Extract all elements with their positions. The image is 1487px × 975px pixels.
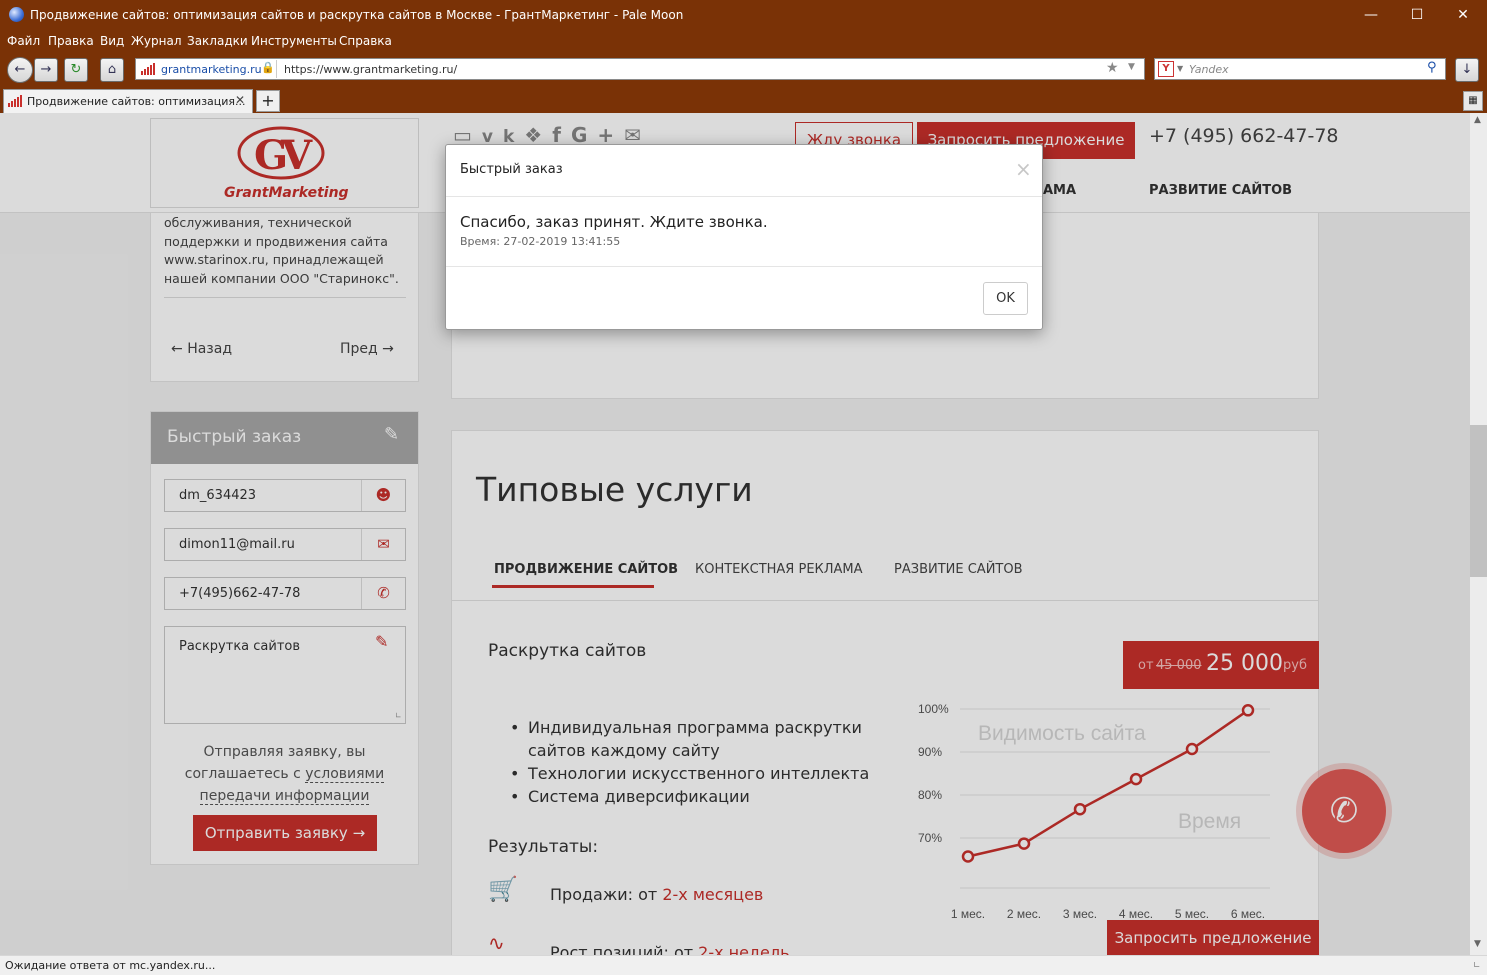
resize-grip-icon[interactable]: ∟ bbox=[1473, 961, 1481, 971]
search-bar[interactable]: Y ▼ Yandex ⚲ bbox=[1154, 58, 1446, 80]
menu-bar: Файл Правка Вид Журнал Закладки Инструме… bbox=[0, 31, 1487, 53]
modal-timestamp: Время: 27-02-2019 13:41:55 bbox=[460, 235, 621, 248]
back-button[interactable]: ← bbox=[7, 57, 33, 83]
menu-tools[interactable]: Инструменты bbox=[251, 34, 337, 48]
scrollbar-thumb[interactable] bbox=[1470, 425, 1487, 577]
menu-help[interactable]: Справка bbox=[339, 34, 392, 48]
engine-dropdown-icon[interactable]: ▼ bbox=[1177, 64, 1183, 73]
close-window-button[interactable]: ✕ bbox=[1440, 0, 1486, 31]
search-placeholder: Yandex bbox=[1189, 63, 1229, 76]
yandex-engine-icon[interactable]: Y bbox=[1158, 61, 1174, 77]
tab-close-icon[interactable]: ✕ bbox=[235, 93, 245, 107]
url-bar[interactable]: grantmarketing.ru 🔒 https://www.grantmar… bbox=[135, 58, 1145, 80]
modal-title: Быстрый заказ bbox=[460, 162, 563, 177]
list-all-tabs-icon[interactable]: ▦ bbox=[1463, 91, 1483, 111]
title-bar: Продвижение сайтов: оптимизация сайтов и… bbox=[0, 0, 1487, 31]
tab-favicon-icon bbox=[8, 95, 24, 107]
window-title: Продвижение сайтов: оптимизация сайтов и… bbox=[30, 8, 684, 22]
search-icon[interactable]: ⚲ bbox=[1427, 60, 1437, 75]
site-favicon-icon bbox=[141, 63, 159, 75]
modal-footer: OK bbox=[446, 266, 1042, 331]
menu-history[interactable]: Журнал bbox=[131, 34, 182, 48]
home-button[interactable]: ⌂ bbox=[100, 58, 124, 82]
modal-message: Спасибо, заказ принят. Ждите звонка. bbox=[460, 213, 768, 231]
forward-button[interactable]: → bbox=[34, 58, 58, 82]
reload-button[interactable]: ↻ bbox=[64, 58, 88, 82]
scroll-down-icon[interactable]: ▼ bbox=[1474, 939, 1481, 949]
menu-edit[interactable]: Правка bbox=[48, 34, 94, 48]
status-text: Ожидание ответа от mc.yandex.ru... bbox=[5, 959, 216, 972]
ok-button[interactable]: OK bbox=[983, 282, 1028, 315]
menu-file[interactable]: Файл bbox=[7, 34, 40, 48]
tab-title: Продвижение сайтов: оптимизация... bbox=[27, 95, 246, 108]
modal-header: Быстрый заказ × bbox=[446, 145, 1042, 197]
tab-active[interactable]: Продвижение сайтов: оптимизация... ✕ bbox=[3, 89, 253, 113]
url-text[interactable]: https://www.grantmarketing.ru/ bbox=[284, 63, 457, 76]
menu-view[interactable]: Вид bbox=[100, 34, 124, 48]
maximize-button[interactable]: ☐ bbox=[1394, 0, 1440, 31]
menu-bookmarks[interactable]: Закладки bbox=[187, 34, 248, 48]
lock-icon[interactable]: 🔒 bbox=[261, 61, 275, 74]
downloads-button[interactable]: ↓ bbox=[1455, 58, 1479, 82]
status-bar: Ожидание ответа от mc.yandex.ru... ∟ bbox=[0, 955, 1487, 975]
confirmation-modal: Быстрый заказ × Спасибо, заказ принят. Ж… bbox=[445, 144, 1043, 330]
url-dropdown-icon[interactable]: ▼ bbox=[1128, 62, 1135, 72]
new-tab-button[interactable]: + bbox=[256, 90, 280, 112]
palemoon-icon bbox=[9, 7, 24, 22]
url-separator bbox=[276, 60, 277, 78]
modal-close-icon[interactable]: × bbox=[1015, 157, 1032, 181]
minimize-button[interactable]: — bbox=[1348, 0, 1394, 31]
site-identity-label[interactable]: grantmarketing.ru bbox=[161, 63, 262, 76]
scroll-up-icon[interactable]: ▲ bbox=[1474, 115, 1481, 125]
bookmark-star-icon[interactable]: ★ bbox=[1106, 60, 1119, 76]
